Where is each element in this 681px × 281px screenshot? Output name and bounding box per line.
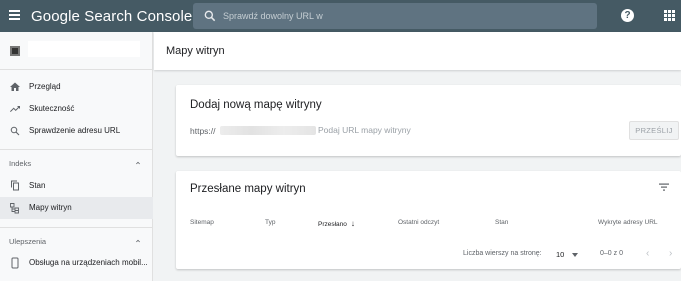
rows-per-page-select[interactable]: 10 [556,250,564,259]
page-header: Mapy witryn [154,32,681,70]
card-title: Dodaj nową mapę witryny [190,99,322,111]
card-title: Przesłane mapy witryn [190,183,306,195]
section-label: Ulepszenia [9,237,47,246]
chevron-up-icon [136,161,140,165]
property-selector[interactable] [0,32,153,70]
help-icon[interactable]: ? [621,9,634,22]
pagination-range: 0–0 z 0 [600,250,623,257]
add-sitemap-card: Dodaj nową mapę witryny https:// PRZEŚLI… [176,85,681,156]
page-title: Mapy witryn [166,45,225,57]
sidebar-item-label: Stan [29,181,46,190]
sidebar-item-label: Mapy witryn [29,203,72,212]
column-header-sitemap[interactable]: Sitemap [190,219,214,226]
section-header-enhancements[interactable]: Ulepszenia [0,231,153,251]
main-content: Mapy witryn Dodaj nową mapę witryny http… [154,32,681,281]
sidebar-item-mobile-usability[interactable]: Obsługa na urządzeniach mobil... [0,252,153,274]
sidebar-item-label: Obsługa na urządzeniach mobil... [29,258,148,267]
dropdown-arrow-icon[interactable] [572,253,578,257]
submit-button[interactable]: PRZEŚLIJ [629,121,679,140]
next-page-button[interactable]: › [669,248,672,259]
top-app-bar: Google Search Console ? [0,0,681,32]
sidebar-item-sitemaps[interactable]: Mapy witryn [0,197,153,219]
column-header-discovered-urls[interactable]: Wykryte adresy URL [598,219,658,226]
copy-icon [11,180,19,191]
smartphone-icon [11,257,19,269]
submitted-sitemaps-card: Przesłane mapy witryn Sitemap Typ Przesł… [176,171,681,269]
column-header-submitted[interactable]: Przesłano ↓ [318,219,355,228]
app-title[interactable]: Google Search Console [31,8,192,25]
previous-page-button[interactable]: ‹ [646,248,649,259]
sidebar: Przegląd Skuteczność Sprawdzenie adresu … [0,32,153,281]
sidebar-item-url-inspection[interactable]: Sprawdzenie adresu URL [0,120,153,142]
url-inspection-search[interactable] [193,3,597,29]
column-header-last-read[interactable]: Ostatni odczyt [398,219,439,226]
sidebar-item-performance[interactable]: Skuteczność [0,98,153,120]
section-label: Indeks [9,159,32,168]
sidebar-item-overview[interactable]: Przegląd [0,76,153,98]
rows-per-page-label: Liczba wierszy na stronę: [463,250,542,257]
property-name [28,41,140,57]
sidebar-item-label: Przegląd [29,82,61,91]
divider [0,227,153,228]
trending-up-icon [10,106,20,112]
sidebar-item-label: Skuteczność [29,104,75,113]
apps-grid-icon[interactable] [664,10,675,21]
chevron-up-icon [136,239,140,243]
search-icon [10,126,20,136]
sitemap-icon [10,203,19,214]
column-header-label: Przesłano [318,221,347,228]
sidebar-item-coverage[interactable]: Stan [0,175,153,197]
column-header-status[interactable]: Stan [495,219,508,226]
sidebar-item-label: Sprawdzenie adresu URL [29,126,121,135]
filter-icon[interactable] [658,182,670,192]
redacted-domain [220,126,316,135]
divider [0,149,153,150]
property-favicon-icon [10,46,20,56]
url-prefix: https:// [190,126,216,136]
sitemap-url-input[interactable] [318,121,618,139]
home-icon [10,82,20,91]
arrow-down-icon: ↓ [350,219,355,228]
column-header-type[interactable]: Typ [265,219,275,226]
search-icon [204,10,216,22]
section-header-index[interactable]: Indeks [0,153,153,173]
search-input[interactable] [223,3,583,29]
menu-icon[interactable] [9,10,21,22]
